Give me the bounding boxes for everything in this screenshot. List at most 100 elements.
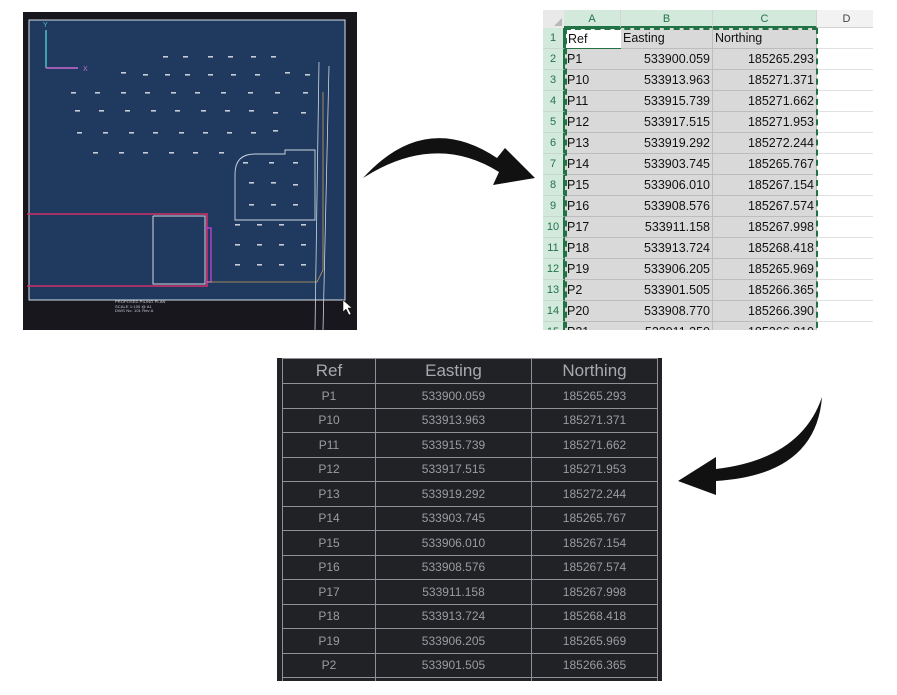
- table-row[interactable]: P2 533901.505 185266.365: [282, 652, 658, 678]
- row-header[interactable]: 10: [543, 217, 565, 238]
- row-header[interactable]: 4: [543, 91, 565, 112]
- row-header[interactable]: 11: [543, 238, 565, 259]
- table-cell[interactable]: 533908.576: [621, 196, 713, 217]
- table-cell[interactable]: 185271.371: [713, 70, 817, 91]
- table-cell[interactable]: P15: [565, 175, 622, 196]
- row-header[interactable]: 3: [543, 70, 565, 91]
- row-header[interactable]: 14: [543, 301, 565, 322]
- table-cell[interactable]: 533901.505: [621, 280, 713, 301]
- table-cell[interactable]: Easting: [621, 28, 713, 49]
- table-cell[interactable]: 533917.515: [621, 112, 713, 133]
- table-cell[interactable]: P20: [565, 301, 622, 322]
- table-cell[interactable]: 185265.767: [713, 154, 817, 175]
- row-header[interactable]: 13: [543, 280, 565, 301]
- row-header[interactable]: 1: [543, 28, 565, 49]
- table-cell[interactable]: 185267.574: [713, 196, 817, 217]
- table-cell[interactable]: 185267.154: [713, 175, 817, 196]
- table-cell[interactable]: P12: [565, 112, 622, 133]
- table-cell[interactable]: [817, 238, 873, 259]
- row-header[interactable]: 9: [543, 196, 565, 217]
- table-cell[interactable]: P1: [565, 49, 622, 70]
- table-cell[interactable]: [817, 112, 873, 133]
- table-row[interactable]: P18 533913.724 185268.418: [282, 603, 658, 629]
- row-header[interactable]: 8: [543, 175, 565, 196]
- row-header[interactable]: 12: [543, 259, 565, 280]
- table-cell[interactable]: [817, 196, 873, 217]
- table-cell[interactable]: P10: [565, 70, 622, 91]
- table-cell[interactable]: P11: [565, 91, 622, 112]
- table-cell[interactable]: P18: [565, 238, 622, 259]
- table-cell[interactable]: 185271.662: [713, 91, 817, 112]
- table-cell[interactable]: 533911.158: [621, 217, 713, 238]
- table-cell[interactable]: 185272.244: [713, 133, 817, 154]
- pile-marker: [301, 244, 306, 246]
- pile-marker: [273, 130, 278, 132]
- column-header-c[interactable]: C: [713, 10, 817, 28]
- table-cell[interactable]: 533919.292: [621, 133, 713, 154]
- select-all-corner[interactable]: [543, 10, 565, 29]
- table-cell[interactable]: P16: [565, 196, 622, 217]
- cad-drawing-canvas[interactable]: X Y: [23, 12, 357, 330]
- table-row[interactable]: P13 533919.292 185272.244: [282, 481, 658, 507]
- table-cell[interactable]: 533913.963: [621, 70, 713, 91]
- table-cell[interactable]: [817, 322, 873, 330]
- table-cell[interactable]: P13: [565, 133, 622, 154]
- table-row[interactable]: P20533908.770185266.390: [282, 677, 658, 681]
- table-row[interactable]: P17 533911.158 185267.998: [282, 579, 658, 605]
- table-cell[interactable]: 185271.953: [713, 112, 817, 133]
- column-header-b[interactable]: B: [621, 10, 713, 28]
- table-cell[interactable]: 185268.418: [713, 238, 817, 259]
- table-cell[interactable]: 533903.745: [621, 154, 713, 175]
- table-cell[interactable]: [817, 154, 873, 175]
- table-cell[interactable]: [817, 301, 873, 322]
- table-cell[interactable]: 185267.998: [713, 217, 817, 238]
- table-cell[interactable]: [817, 259, 873, 280]
- table-cell[interactable]: [817, 70, 873, 91]
- table-row[interactable]: P10 533913.963 185271.371: [282, 407, 658, 433]
- table-cell[interactable]: P21: [565, 322, 622, 330]
- table-row[interactable]: P1 533900.059 185265.293: [282, 383, 658, 409]
- row-header[interactable]: 6: [543, 133, 565, 154]
- table-cell[interactable]: P14: [565, 154, 622, 175]
- table-cell[interactable]: [817, 133, 873, 154]
- table-cell[interactable]: 533908.770: [621, 301, 713, 322]
- cad-table[interactable]: Ref Easting Northing P1 533900.059 185265.…: [282, 358, 658, 681]
- table-cell[interactable]: 533906.205: [621, 259, 713, 280]
- column-header-a[interactable]: A: [564, 10, 621, 28]
- table-row[interactable]: P11 533915.739 185271.662: [282, 432, 658, 458]
- table-cell[interactable]: Northing: [713, 28, 817, 49]
- table-cell[interactable]: [817, 217, 873, 238]
- row-header[interactable]: 5: [543, 112, 565, 133]
- table-cell[interactable]: 533913.724: [621, 238, 713, 259]
- pile-marker: [71, 92, 76, 94]
- table-cell[interactable]: 533900.059: [621, 49, 713, 70]
- table-cell[interactable]: [817, 280, 873, 301]
- table-cell[interactable]: P2: [565, 280, 622, 301]
- row-header[interactable]: 2: [543, 49, 565, 70]
- row-header[interactable]: 15: [543, 322, 565, 330]
- table-row[interactable]: P15 533906.010 185267.154: [282, 530, 658, 556]
- table-cell[interactable]: [817, 91, 873, 112]
- pile-marker: [203, 132, 208, 134]
- table-cell[interactable]: 185265.293: [713, 49, 817, 70]
- table-cell[interactable]: [817, 49, 873, 70]
- table-cell[interactable]: 185266.390: [713, 301, 817, 322]
- table-row[interactable]: P16 533908.576 185267.574: [282, 554, 658, 580]
- table-cell[interactable]: 185266.810: [713, 322, 817, 330]
- table-cell[interactable]: [817, 175, 873, 196]
- table-row[interactable]: P12 533917.515 185271.953: [282, 456, 658, 482]
- pile-marker: [235, 244, 240, 246]
- table-cell[interactable]: [817, 28, 873, 49]
- table-cell[interactable]: P19: [565, 259, 622, 280]
- table-cell[interactable]: Ref: [565, 28, 622, 49]
- table-cell[interactable]: 533915.739: [621, 91, 713, 112]
- table-cell[interactable]: 533906.010: [621, 175, 713, 196]
- table-cell[interactable]: 533911.350: [621, 322, 713, 330]
- column-header-d[interactable]: D: [817, 10, 873, 28]
- row-header[interactable]: 7: [543, 154, 565, 175]
- table-row[interactable]: P19 533906.205 185265.969: [282, 628, 658, 654]
- table-cell[interactable]: P17: [565, 217, 622, 238]
- table-cell[interactable]: 185266.365: [713, 280, 817, 301]
- table-cell[interactable]: 185265.969: [713, 259, 817, 280]
- table-row[interactable]: P14 533903.745 185265.767: [282, 505, 658, 531]
